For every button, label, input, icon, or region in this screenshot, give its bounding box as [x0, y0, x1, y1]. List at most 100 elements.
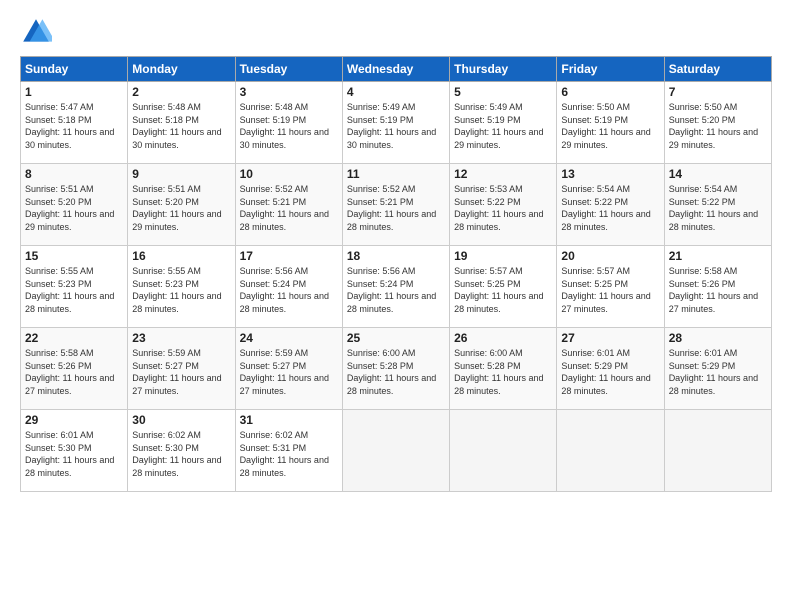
day-info: Sunrise: 5:50 AMSunset: 5:20 PMDaylight:… — [669, 101, 767, 151]
calendar-cell: 13 Sunrise: 5:54 AMSunset: 5:22 PMDayligh… — [557, 164, 664, 246]
weekday-header-wednesday: Wednesday — [342, 57, 449, 82]
calendar-cell: 6 Sunrise: 5:50 AMSunset: 5:19 PMDaylight… — [557, 82, 664, 164]
logo-icon — [20, 16, 52, 48]
weekday-header-friday: Friday — [557, 57, 664, 82]
day-number: 3 — [240, 85, 338, 99]
weekday-header-saturday: Saturday — [664, 57, 771, 82]
day-number: 18 — [347, 249, 445, 263]
day-number: 12 — [454, 167, 552, 181]
day-number: 11 — [347, 167, 445, 181]
day-info: Sunrise: 5:49 AMSunset: 5:19 PMDaylight:… — [347, 101, 445, 151]
calendar-cell: 21 Sunrise: 5:58 AMSunset: 5:26 PMDayligh… — [664, 246, 771, 328]
calendar-cell: 23Sunrise: 5:59 AMSunset: 5:27 PMDayligh… — [128, 328, 235, 410]
day-number: 5 — [454, 85, 552, 99]
day-info: Sunrise: 6:02 AMSunset: 5:30 PMDaylight:… — [132, 429, 230, 479]
day-number: 21 — [669, 249, 767, 263]
day-info: Sunrise: 5:56 AMSunset: 5:24 PMDaylight:… — [240, 265, 338, 315]
calendar-cell — [450, 410, 557, 492]
day-number: 1 — [25, 85, 123, 99]
day-number: 9 — [132, 167, 230, 181]
day-number: 10 — [240, 167, 338, 181]
day-info: Sunrise: 5:59 AMSunset: 5:27 PMDaylight:… — [240, 347, 338, 397]
day-info: Sunrise: 6:00 AMSunset: 5:28 PMDaylight:… — [454, 347, 552, 397]
calendar-cell: 19Sunrise: 5:57 AMSunset: 5:25 PMDayligh… — [450, 246, 557, 328]
day-number: 22 — [25, 331, 123, 345]
day-number: 26 — [454, 331, 552, 345]
day-info: Sunrise: 5:56 AMSunset: 5:24 PMDaylight:… — [347, 265, 445, 315]
calendar-cell: 20 Sunrise: 5:57 AMSunset: 5:25 PMDayligh… — [557, 246, 664, 328]
day-number: 24 — [240, 331, 338, 345]
calendar-cell: 28 Sunrise: 6:01 AMSunset: 5:29 PMDayligh… — [664, 328, 771, 410]
day-number: 23 — [132, 331, 230, 345]
day-info: Sunrise: 5:54 AMSunset: 5:22 PMDaylight:… — [561, 183, 659, 233]
day-info: Sunrise: 5:53 AMSunset: 5:22 PMDaylight:… — [454, 183, 552, 233]
calendar-cell: 31 Sunrise: 6:02 AMSunset: 5:31 PMDayligh… — [235, 410, 342, 492]
calendar-cell: 14 Sunrise: 5:54 AMSunset: 5:22 PMDayligh… — [664, 164, 771, 246]
day-info: Sunrise: 5:52 AMSunset: 5:21 PMDaylight:… — [240, 183, 338, 233]
day-info: Sunrise: 5:48 AMSunset: 5:19 PMDaylight:… — [240, 101, 338, 151]
calendar-cell: 10 Sunrise: 5:52 AMSunset: 5:21 PMDayligh… — [235, 164, 342, 246]
weekday-header-sunday: Sunday — [21, 57, 128, 82]
calendar-cell — [342, 410, 449, 492]
calendar-cell: 9 Sunrise: 5:51 AMSunset: 5:20 PMDaylight… — [128, 164, 235, 246]
weekday-header-tuesday: Tuesday — [235, 57, 342, 82]
day-info: Sunrise: 6:02 AMSunset: 5:31 PMDaylight:… — [240, 429, 338, 479]
day-info: Sunrise: 5:51 AMSunset: 5:20 PMDaylight:… — [25, 183, 123, 233]
day-number: 6 — [561, 85, 659, 99]
calendar-cell: 4 Sunrise: 5:49 AMSunset: 5:19 PMDaylight… — [342, 82, 449, 164]
day-info: Sunrise: 6:01 AMSunset: 5:30 PMDaylight:… — [25, 429, 123, 479]
day-number: 8 — [25, 167, 123, 181]
day-number: 17 — [240, 249, 338, 263]
day-number: 2 — [132, 85, 230, 99]
day-number: 30 — [132, 413, 230, 427]
calendar-cell — [557, 410, 664, 492]
calendar-cell: 22 Sunrise: 5:58 AMSunset: 5:26 PMDayligh… — [21, 328, 128, 410]
day-number: 16 — [132, 249, 230, 263]
day-number: 13 — [561, 167, 659, 181]
page: SundayMondayTuesdayWednesdayThursdayFrid… — [0, 0, 792, 612]
calendar-cell: 18 Sunrise: 5:56 AMSunset: 5:24 PMDayligh… — [342, 246, 449, 328]
day-info: Sunrise: 5:51 AMSunset: 5:20 PMDaylight:… — [132, 183, 230, 233]
calendar-cell: 15Sunrise: 5:55 AMSunset: 5:23 PMDayligh… — [21, 246, 128, 328]
calendar-cell: 30 Sunrise: 6:02 AMSunset: 5:30 PMDayligh… — [128, 410, 235, 492]
calendar-cell: 11 Sunrise: 5:52 AMSunset: 5:21 PMDayligh… — [342, 164, 449, 246]
calendar-cell: 27Sunrise: 6:01 AMSunset: 5:29 PMDayligh… — [557, 328, 664, 410]
day-info: Sunrise: 5:48 AMSunset: 5:18 PMDaylight:… — [132, 101, 230, 151]
day-info: Sunrise: 5:52 AMSunset: 5:21 PMDaylight:… — [347, 183, 445, 233]
day-number: 4 — [347, 85, 445, 99]
calendar-cell: 7Sunrise: 5:50 AMSunset: 5:20 PMDaylight… — [664, 82, 771, 164]
calendar-cell: 8 Sunrise: 5:51 AMSunset: 5:20 PMDaylight… — [21, 164, 128, 246]
calendar-cell: 3 Sunrise: 5:48 AMSunset: 5:19 PMDaylight… — [235, 82, 342, 164]
calendar-cell: 1 Sunrise: 5:47 AMSunset: 5:18 PMDaylight… — [21, 82, 128, 164]
day-info: Sunrise: 5:58 AMSunset: 5:26 PMDaylight:… — [25, 347, 123, 397]
weekday-header-monday: Monday — [128, 57, 235, 82]
day-number: 14 — [669, 167, 767, 181]
day-number: 27 — [561, 331, 659, 345]
logo — [20, 16, 56, 48]
calendar-cell: 16 Sunrise: 5:55 AMSunset: 5:23 PMDayligh… — [128, 246, 235, 328]
calendar-cell — [664, 410, 771, 492]
calendar-cell: 26 Sunrise: 6:00 AMSunset: 5:28 PMDayligh… — [450, 328, 557, 410]
day-number: 15 — [25, 249, 123, 263]
day-info: Sunrise: 5:50 AMSunset: 5:19 PMDaylight:… — [561, 101, 659, 151]
calendar-cell: 12 Sunrise: 5:53 AMSunset: 5:22 PMDayligh… — [450, 164, 557, 246]
day-info: Sunrise: 6:01 AMSunset: 5:29 PMDaylight:… — [669, 347, 767, 397]
weekday-header-thursday: Thursday — [450, 57, 557, 82]
day-number: 28 — [669, 331, 767, 345]
day-info: Sunrise: 5:54 AMSunset: 5:22 PMDaylight:… — [669, 183, 767, 233]
day-number: 31 — [240, 413, 338, 427]
day-info: Sunrise: 6:00 AMSunset: 5:28 PMDaylight:… — [347, 347, 445, 397]
day-info: Sunrise: 5:57 AMSunset: 5:25 PMDaylight:… — [454, 265, 552, 315]
day-info: Sunrise: 5:58 AMSunset: 5:26 PMDaylight:… — [669, 265, 767, 315]
calendar-cell: 2 Sunrise: 5:48 AMSunset: 5:18 PMDaylight… — [128, 82, 235, 164]
calendar-cell: 25Sunrise: 6:00 AMSunset: 5:28 PMDayligh… — [342, 328, 449, 410]
calendar-cell: 5 Sunrise: 5:49 AMSunset: 5:19 PMDaylight… — [450, 82, 557, 164]
calendar-table: SundayMondayTuesdayWednesdayThursdayFrid… — [20, 56, 772, 492]
day-number: 29 — [25, 413, 123, 427]
day-info: Sunrise: 5:47 AMSunset: 5:18 PMDaylight:… — [25, 101, 123, 151]
day-info: Sunrise: 5:57 AMSunset: 5:25 PMDaylight:… — [561, 265, 659, 315]
day-info: Sunrise: 5:55 AMSunset: 5:23 PMDaylight:… — [132, 265, 230, 315]
day-info: Sunrise: 5:49 AMSunset: 5:19 PMDaylight:… — [454, 101, 552, 151]
header — [20, 16, 772, 48]
day-number: 20 — [561, 249, 659, 263]
